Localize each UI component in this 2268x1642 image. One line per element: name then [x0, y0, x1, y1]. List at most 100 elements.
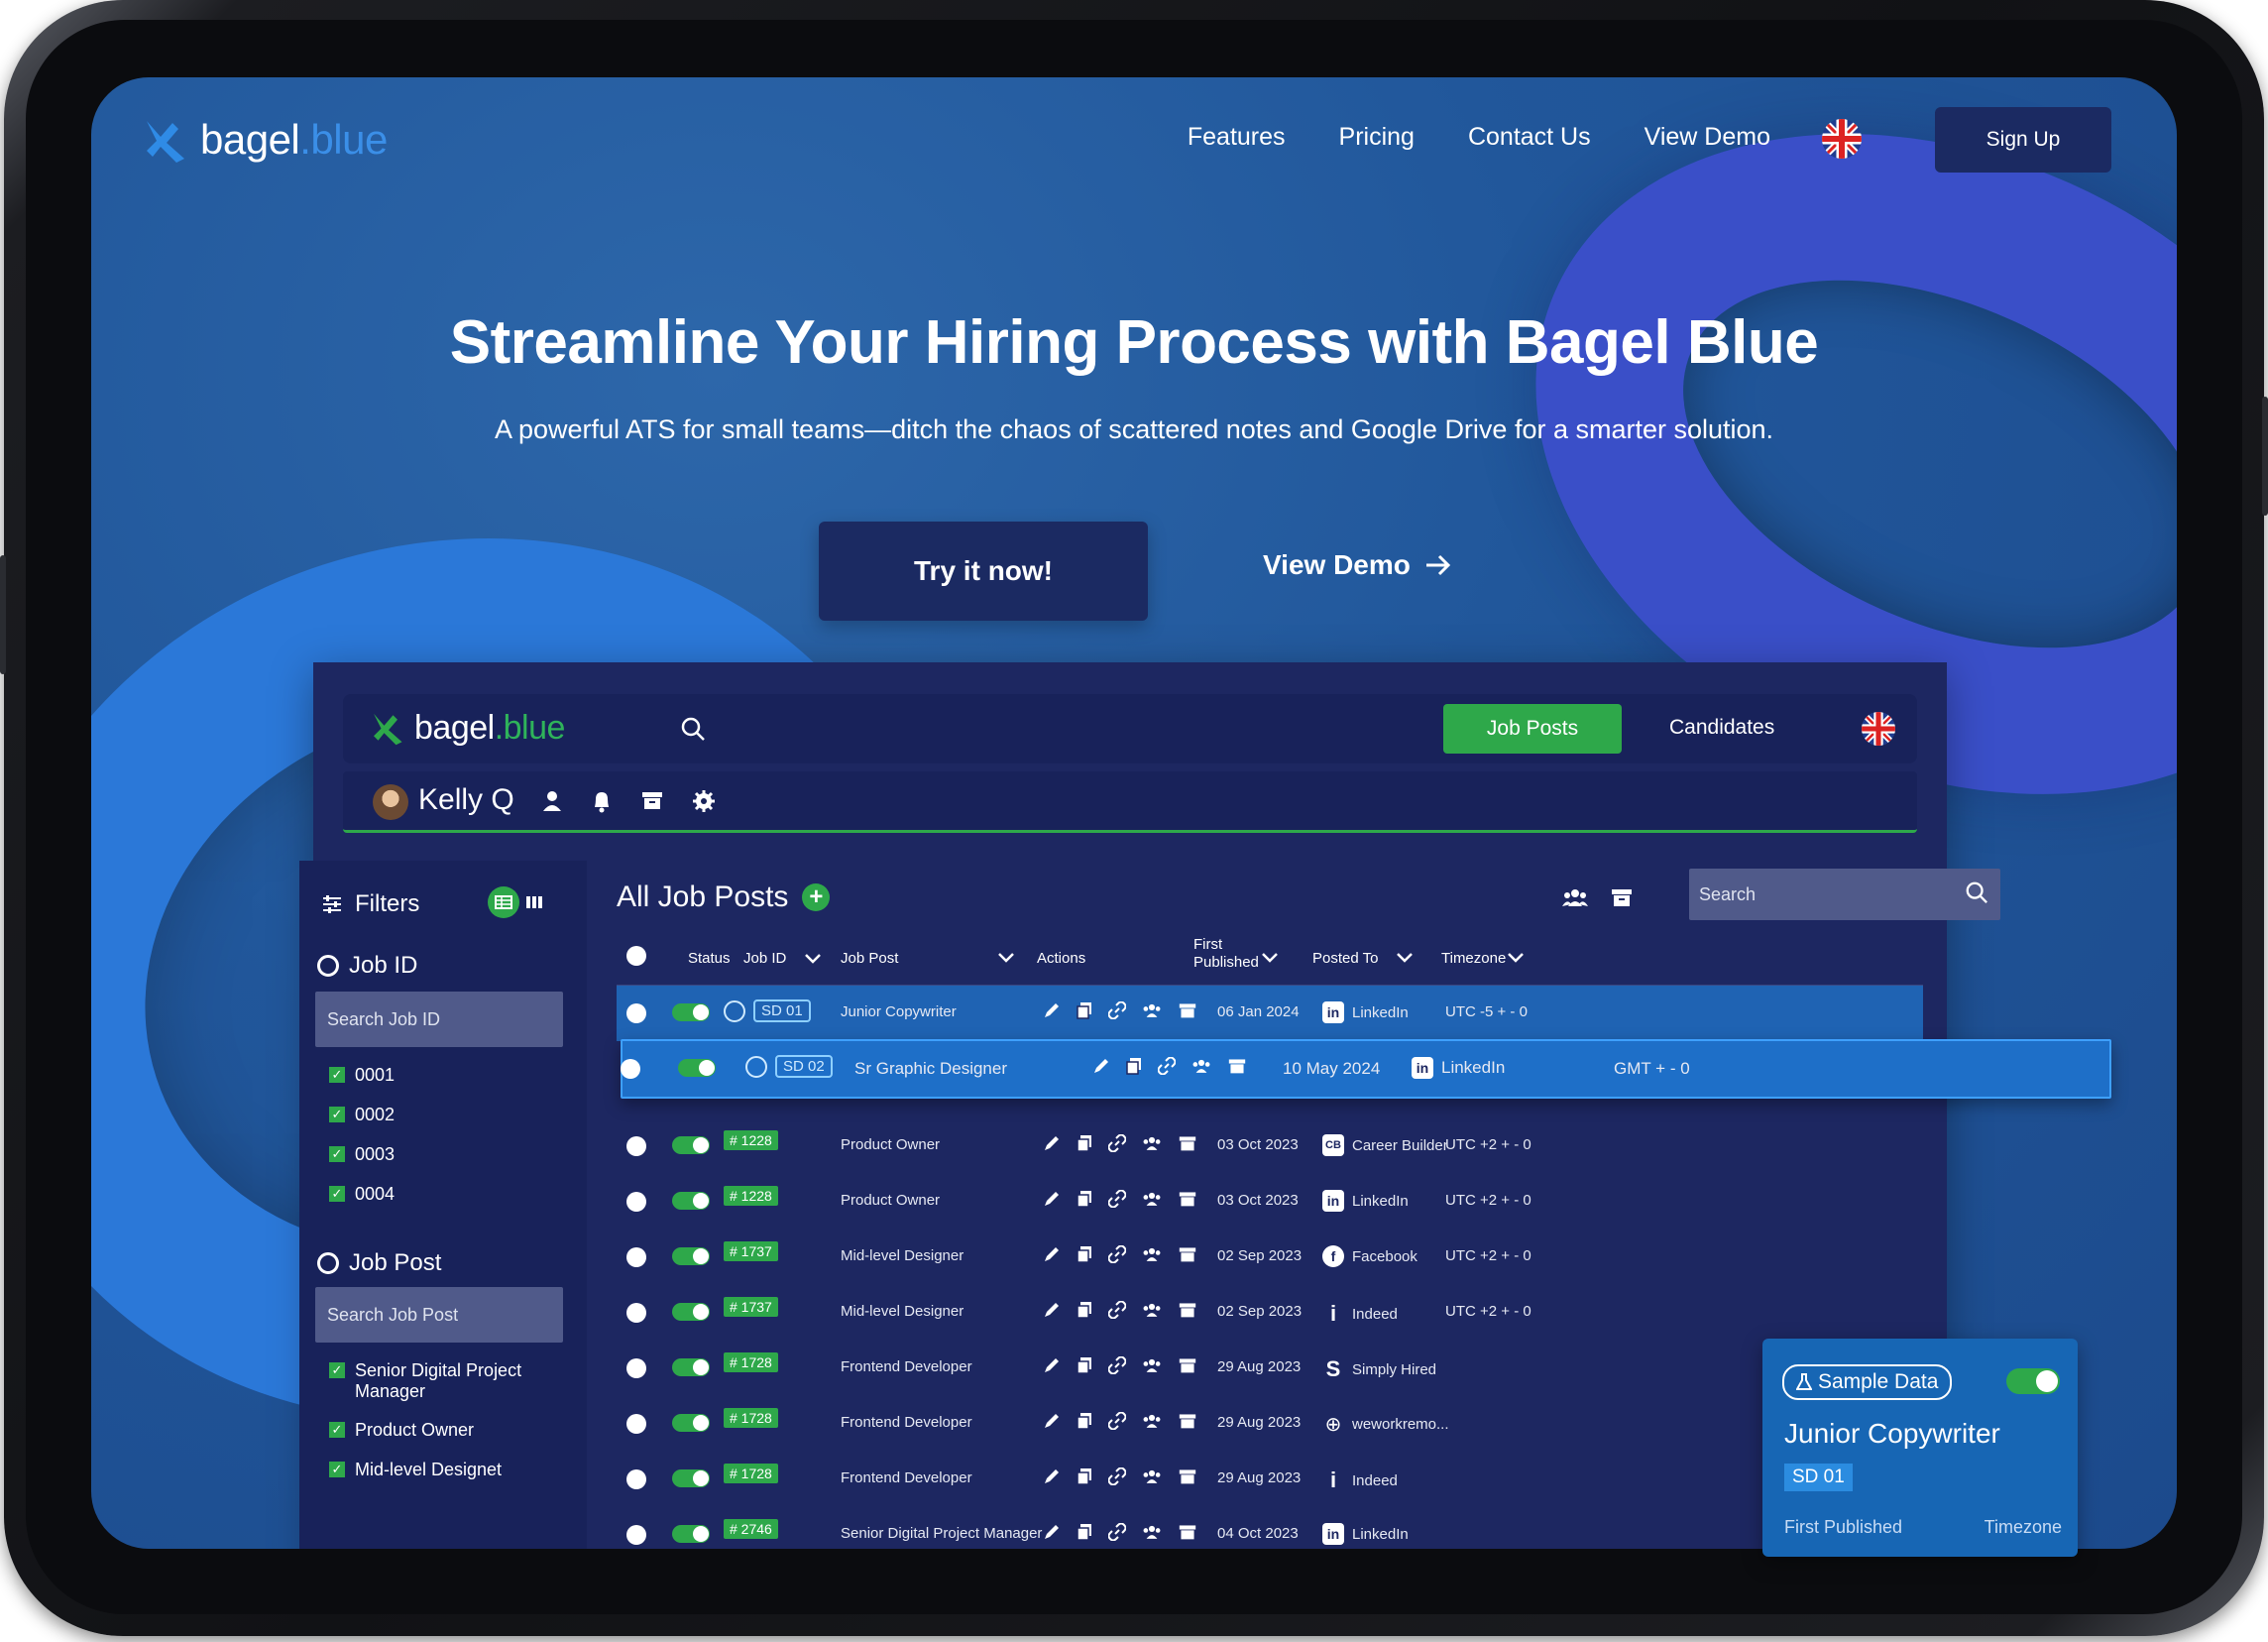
select-all-checkbox[interactable] [626, 946, 646, 966]
bell-icon[interactable] [591, 789, 613, 813]
table-view-icon[interactable] [488, 886, 519, 918]
archive-icon[interactable] [1178, 1301, 1197, 1319]
row-select[interactable] [626, 1303, 646, 1323]
chevron-down-icon[interactable] [1507, 952, 1525, 964]
table-row[interactable]: SD 02 Sr Graphic Designer 10 May 2024 in… [621, 1039, 2111, 1099]
table-row[interactable]: SD 01 Junior Copywriter 06 Jan 2024 in Li… [617, 986, 1923, 1041]
job-post-cell[interactable]: Frontend Developer [841, 1358, 972, 1375]
chevron-down-icon[interactable] [1261, 952, 1279, 964]
copy-icon[interactable] [1126, 1057, 1142, 1075]
avatar[interactable] [373, 784, 408, 820]
row-select[interactable] [626, 1358, 646, 1378]
uk-flag-icon[interactable] [1862, 712, 1895, 746]
table-row[interactable]: # 1728 Frontend Developer 29 Aug 2023 SS… [617, 1341, 1923, 1396]
search-icon[interactable] [680, 716, 706, 742]
col-timezone[interactable]: Timezone [1441, 950, 1506, 967]
add-job-post-button[interactable]: + [802, 883, 831, 911]
link-icon[interactable] [1158, 1057, 1176, 1075]
team-icon[interactable] [1191, 1057, 1211, 1075]
job-id-search-input[interactable]: Search Job ID [315, 992, 563, 1047]
status-toggle[interactable] [672, 1414, 710, 1432]
team-icon[interactable] [1142, 1001, 1162, 1019]
edit-icon[interactable] [1043, 1190, 1061, 1208]
status-toggle[interactable] [672, 1469, 710, 1487]
table-row[interactable]: # 1728 Frontend Developer 29 Aug 2023 ⊕ w… [617, 1396, 1923, 1452]
job-post-cell[interactable]: Frontend Developer [841, 1469, 972, 1486]
row-select[interactable] [626, 1003, 646, 1023]
edit-icon[interactable] [1043, 1467, 1061, 1485]
job-post-cell[interactable]: Mid-level Designer [841, 1303, 964, 1320]
col-status[interactable]: Status [688, 950, 731, 967]
status-toggle[interactable] [672, 1525, 710, 1543]
job-post-cell[interactable]: Junior Copywriter [841, 1003, 957, 1020]
team-icon[interactable] [1142, 1467, 1162, 1485]
gear-icon[interactable] [692, 789, 716, 813]
edit-icon[interactable] [1043, 1001, 1061, 1019]
team-icon[interactable] [1142, 1245, 1162, 1263]
edit-icon[interactable] [1043, 1301, 1061, 1319]
copy-icon[interactable] [1077, 1301, 1092, 1319]
archive-icon[interactable] [1227, 1057, 1247, 1075]
job-post-cell[interactable]: Product Owner [841, 1136, 940, 1153]
filter-job-id-item[interactable]: ✓ 0004 [329, 1184, 567, 1205]
tab-candidates[interactable]: Candidates [1669, 716, 1774, 740]
link-icon[interactable] [1108, 1245, 1126, 1263]
job-post-cell[interactable]: Sr Graphic Designer [854, 1059, 1007, 1079]
kanban-view-icon[interactable] [525, 895, 543, 909]
link-icon[interactable] [1108, 1523, 1126, 1541]
chevron-down-icon[interactable] [1396, 952, 1414, 964]
edit-icon[interactable] [1092, 1057, 1110, 1075]
team-icon[interactable] [1142, 1356, 1162, 1374]
filter-job-post-item[interactable]: ✓ Senior Digital Project Manager [329, 1360, 567, 1402]
filter-section-job-id[interactable]: Job ID [317, 952, 417, 980]
table-row[interactable]: # 1737 Mid-level Designer 02 Sep 2023 iI… [617, 1285, 1923, 1341]
sample-data-toggle[interactable] [2006, 1368, 2060, 1394]
archive-icon[interactable] [1178, 1523, 1197, 1541]
link-icon[interactable] [1108, 1356, 1126, 1374]
team-icon[interactable] [1142, 1190, 1162, 1208]
copy-icon[interactable] [1077, 1134, 1092, 1152]
job-post-cell[interactable]: Senior Digital Project Manager [841, 1525, 1042, 1542]
edit-icon[interactable] [1043, 1412, 1061, 1430]
job-post-cell[interactable]: Product Owner [841, 1192, 940, 1209]
row-select[interactable] [626, 1469, 646, 1489]
status-toggle[interactable] [678, 1059, 716, 1077]
status-toggle[interactable] [672, 1192, 710, 1210]
col-job-id[interactable]: Job ID [743, 950, 822, 967]
archive-icon[interactable] [1610, 886, 1634, 908]
archive-icon[interactable] [1178, 1245, 1197, 1263]
chevron-down-icon[interactable] [997, 952, 1015, 964]
status-toggle[interactable] [672, 1358, 710, 1376]
status-toggle[interactable] [672, 1003, 710, 1021]
tab-job-posts[interactable]: Job Posts [1443, 704, 1622, 754]
user-icon[interactable] [541, 789, 563, 813]
link-icon[interactable] [1108, 1190, 1126, 1208]
table-row[interactable]: # 1728 Frontend Developer 29 Aug 2023 iI… [617, 1452, 1923, 1507]
col-job-post[interactable]: Job Post [841, 950, 898, 967]
archive-icon[interactable] [640, 789, 664, 811]
link-icon[interactable] [1108, 1001, 1126, 1019]
link-icon[interactable] [1108, 1134, 1126, 1152]
filter-job-id-item[interactable]: ✓ 0001 [329, 1065, 567, 1086]
link-icon[interactable] [1108, 1301, 1126, 1319]
archive-icon[interactable] [1178, 1412, 1197, 1430]
status-toggle[interactable] [672, 1247, 710, 1265]
table-row[interactable]: # 1228 Product Owner 03 Oct 2023 in Linke… [617, 1174, 1923, 1230]
team-icon[interactable] [1142, 1301, 1162, 1319]
copy-icon[interactable] [1077, 1001, 1092, 1019]
filter-section-job-post[interactable]: Job Post [317, 1249, 441, 1277]
job-post-cell[interactable]: Frontend Developer [841, 1414, 972, 1431]
row-select[interactable] [621, 1059, 640, 1079]
copy-icon[interactable] [1077, 1467, 1092, 1485]
sample-data-card[interactable]: Sample Data Junior Copywriter SD 01 Firs… [1762, 1339, 2078, 1557]
link-icon[interactable] [1108, 1467, 1126, 1485]
edit-icon[interactable] [1043, 1245, 1061, 1263]
col-first-published[interactable]: First Published [1193, 936, 1259, 972]
copy-icon[interactable] [1077, 1523, 1092, 1541]
status-toggle[interactable] [672, 1136, 710, 1154]
job-posts-search-input[interactable]: Search [1689, 869, 2000, 920]
team-icon[interactable] [1562, 886, 1588, 908]
app-logo[interactable]: bagel.blue [371, 708, 565, 748]
filter-job-post-item[interactable]: ✓ Mid-level Designet [329, 1460, 567, 1480]
status-toggle[interactable] [672, 1303, 710, 1321]
